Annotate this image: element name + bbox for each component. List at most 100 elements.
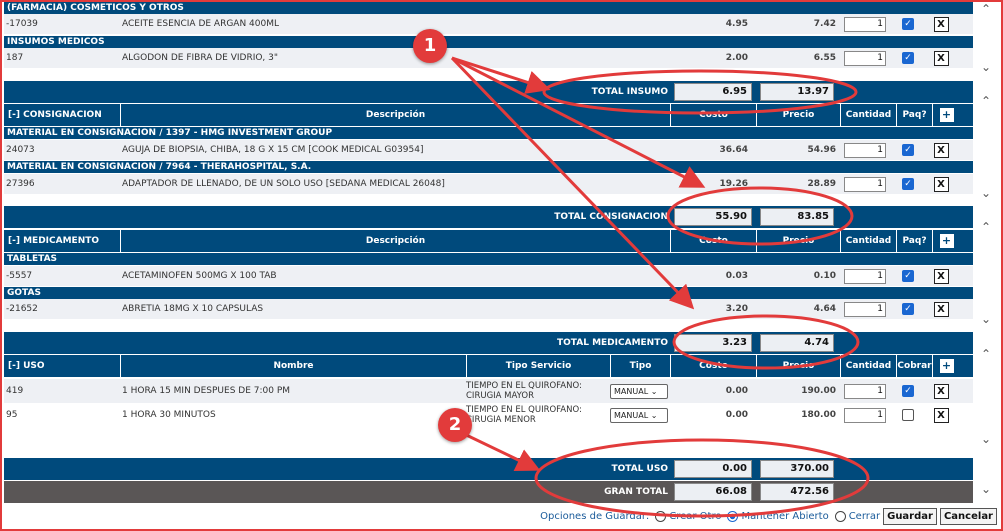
- remove-item-button[interactable]: X: [933, 383, 949, 399]
- chevron-down-icon[interactable]: ⌄: [978, 186, 994, 200]
- section-toggle[interactable]: [-] CONSIGNACION: [4, 104, 120, 126]
- column-header-cantidad: Cantidad: [840, 104, 896, 126]
- scrollbar[interactable]: ⌃ ⌄ ⌃ ⌄ ⌃ ⌄ ⌃ ⌄ ⌄: [973, 0, 999, 507]
- category-row: INSUMOS MEDICOS: [4, 36, 973, 48]
- total-cost-field: 55.90: [674, 208, 752, 226]
- chevron-down-icon[interactable]: ⌄: [978, 482, 994, 496]
- gran-total-row: GRAN TOTAL 66.08 472.56: [4, 481, 973, 503]
- item-name: 1 HORA 15 MIN DESPUES DE 7:00 PM: [122, 386, 291, 396]
- column-header-precio: Precio: [756, 355, 840, 377]
- paq-checkbox[interactable]: ✓: [902, 144, 914, 156]
- item-code: -17039: [6, 19, 38, 29]
- column-header-costo: Costo: [670, 104, 756, 126]
- section-toggle[interactable]: [-] MEDICAMENTO: [4, 230, 120, 252]
- save-button[interactable]: Guardar: [883, 507, 937, 525]
- cancel-button[interactable]: Cancelar: [939, 507, 997, 525]
- chevron-up-icon[interactable]: ⌃: [978, 94, 994, 108]
- quantity-input[interactable]: 1: [844, 50, 886, 66]
- table-row: -5557 ACETAMINOFEN 500MG X 100 TAB 0.03 …: [4, 266, 973, 286]
- radio-label: Mantener Abierto: [741, 510, 829, 522]
- add-uso-button[interactable]: +: [939, 359, 954, 373]
- table-row: 27396 ADAPTADOR DE LLENADO, DE UN SOLO U…: [4, 174, 973, 194]
- paq-checkbox[interactable]: ✓: [902, 270, 914, 282]
- quantity-input[interactable]: 1: [844, 16, 886, 32]
- total-cost-field: 6.95: [674, 83, 752, 101]
- paq-checkbox[interactable]: ✓: [902, 303, 914, 315]
- remove-item-button[interactable]: X: [933, 176, 949, 192]
- column-header-cantidad: Cantidad: [840, 230, 896, 252]
- quantity-input[interactable]: 1: [844, 407, 886, 423]
- radio-label: Crear Otro: [669, 510, 722, 522]
- remove-item-button[interactable]: X: [933, 301, 949, 317]
- consignacion-header: [-] CONSIGNACION Descripción Costo Preci…: [4, 104, 973, 126]
- quantity-input[interactable]: 1: [844, 268, 886, 284]
- category-row: TABLETAS: [4, 253, 973, 265]
- chevron-down-icon[interactable]: ⌄: [978, 432, 994, 446]
- chevron-down-icon[interactable]: ⌄: [978, 60, 994, 74]
- total-label: TOTAL CONSIGNACION: [554, 212, 668, 222]
- table-row: 187 ALGODON DE FIBRA DE VIDRIO, 3" 2.00 …: [4, 48, 973, 68]
- total-price-field: 370.00: [760, 460, 834, 478]
- service-type-line: TIEMPO EN EL QUIROFANO:: [466, 381, 582, 391]
- radio-cerrar[interactable]: [834, 510, 846, 522]
- item-code: 95: [6, 410, 18, 420]
- save-options-label: Opciones de Guardar:: [540, 510, 650, 522]
- add-consignacion-button[interactable]: +: [939, 108, 954, 122]
- paq-checkbox[interactable]: ✓: [902, 178, 914, 190]
- item-price: 190.00: [801, 386, 836, 396]
- chevron-up-icon[interactable]: ⌃: [978, 347, 994, 361]
- charges-table: (FARMACIA) COSMETICOS Y OTROS -17039 ACE…: [4, 0, 973, 503]
- radio-mantener-abierto[interactable]: [727, 510, 739, 522]
- total-price-field: 13.97: [760, 83, 834, 101]
- add-medicamento-button[interactable]: +: [939, 234, 954, 248]
- item-code: 27396: [6, 179, 35, 189]
- tipo-select[interactable]: MANUAL ⌄: [610, 383, 668, 399]
- column-header-paq: Paq?: [896, 230, 932, 252]
- service-type-line: CIRUGIA MAYOR: [466, 391, 534, 401]
- cobrar-checkbox[interactable]: [902, 409, 914, 421]
- uso-header: [-] USO Nombre Tipo Servicio Tipo Costo …: [4, 355, 973, 377]
- category-row: MATERIAL EN CONSIGNACION / 7964 - THERAH…: [4, 161, 973, 173]
- item-cost: 0.00: [725, 386, 748, 396]
- category-row: (FARMACIA) COSMETICOS Y OTROS: [4, 2, 973, 14]
- section-toggle[interactable]: [-] USO: [4, 355, 120, 377]
- category-row: GOTAS: [4, 287, 973, 299]
- total-insumo-row: TOTAL INSUMO 6.95 13.97: [4, 81, 973, 103]
- annotation-badge: 1: [413, 29, 447, 63]
- item-description: ADAPTADOR DE LLENADO, DE UN SOLO USO [SE…: [122, 179, 445, 189]
- paq-checkbox[interactable]: ✓: [902, 52, 914, 64]
- remove-item-button[interactable]: X: [933, 268, 949, 284]
- remove-item-button[interactable]: X: [933, 142, 949, 158]
- item-cost: 0.00: [725, 410, 748, 420]
- item-price: 180.00: [801, 410, 836, 420]
- quantity-input[interactable]: 1: [844, 176, 886, 192]
- item-description: ABRETIA 18MG X 10 CAPSULAS: [122, 304, 264, 314]
- category-label: MATERIAL EN CONSIGNACION / 1397 - HMG IN…: [7, 128, 333, 138]
- quantity-input[interactable]: 1: [844, 383, 886, 399]
- chevron-down-icon[interactable]: ⌄: [978, 312, 994, 326]
- column-header-paq: Paq?: [896, 104, 932, 126]
- item-code: 419: [6, 386, 24, 396]
- item-cost: 4.95: [725, 19, 748, 29]
- total-label: TOTAL MEDICAMENTO: [557, 338, 668, 348]
- item-price: 7.42: [813, 19, 836, 29]
- table-row: -21652 ABRETIA 18MG X 10 CAPSULAS 3.20 4…: [4, 299, 973, 319]
- tipo-select[interactable]: MANUAL ⌄: [610, 407, 668, 423]
- cobrar-checkbox[interactable]: ✓: [902, 385, 914, 397]
- remove-item-button[interactable]: X: [933, 16, 949, 32]
- item-cost: 19.26: [719, 179, 748, 189]
- total-price-field: 83.85: [760, 208, 834, 226]
- chevron-up-icon[interactable]: ⌃: [978, 220, 994, 234]
- radio-crear-otro[interactable]: [655, 510, 667, 522]
- column-header-cobrar: Cobrar: [896, 355, 932, 377]
- category-label: TABLETAS: [7, 254, 58, 264]
- remove-item-button[interactable]: X: [933, 50, 949, 66]
- service-type-line: CIRUGIA MENOR: [466, 415, 536, 425]
- quantity-input[interactable]: 1: [844, 142, 886, 158]
- chevron-up-icon[interactable]: ⌃: [978, 2, 994, 16]
- paq-checkbox[interactable]: ✓: [902, 18, 914, 30]
- radio-label: Cerrar: [848, 510, 881, 522]
- quantity-input[interactable]: 1: [844, 301, 886, 317]
- remove-item-button[interactable]: X: [933, 407, 949, 423]
- table-row: 95 1 HORA 30 MINUTOS TIEMPO EN EL QUIROF…: [4, 403, 973, 427]
